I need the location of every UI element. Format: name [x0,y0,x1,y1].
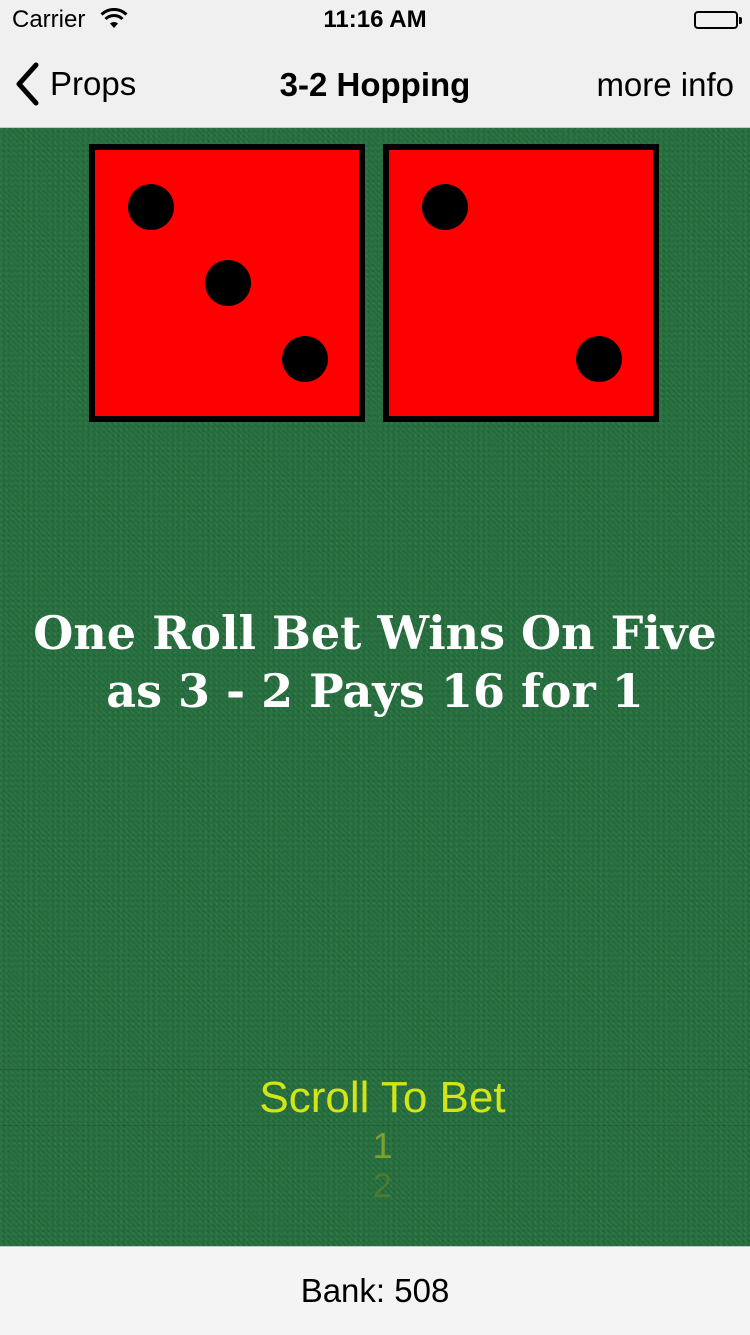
bet-picker[interactable]: Scroll To Bet 1 2 [0,1069,750,1213]
more-info-button[interactable]: more info [596,66,734,104]
die-pip [205,260,251,306]
battery-icon [694,11,742,29]
status-time: 11:16 AM [323,6,427,33]
die-pip [128,184,174,230]
back-button-label: Props [50,65,137,102]
felt-table: One Roll Bet Wins On Five as 3 - 2 Pays … [0,128,750,1246]
die-pip [282,336,328,382]
bet-description: One Roll Bet Wins On Five as 3 - 2 Pays … [33,606,717,718]
picker-title: Scroll To Bet [259,1073,506,1122]
die-left [89,144,365,422]
navigation-bar: Props 3-2 Hopping more info [0,40,750,128]
picker-option[interactable]: 1 [0,1125,750,1167]
back-button[interactable]: Props [14,60,136,108]
die-right [383,144,659,422]
bank-bar: Bank: 508 [0,1246,750,1334]
status-bar: Carrier 11:16 AM [0,0,750,40]
chevron-left-icon [16,62,39,106]
bank-label: Bank: 508 [300,1272,450,1309]
picker-option[interactable]: 2 [0,1167,750,1206]
die-pip [576,336,622,382]
die-pip [422,184,468,230]
